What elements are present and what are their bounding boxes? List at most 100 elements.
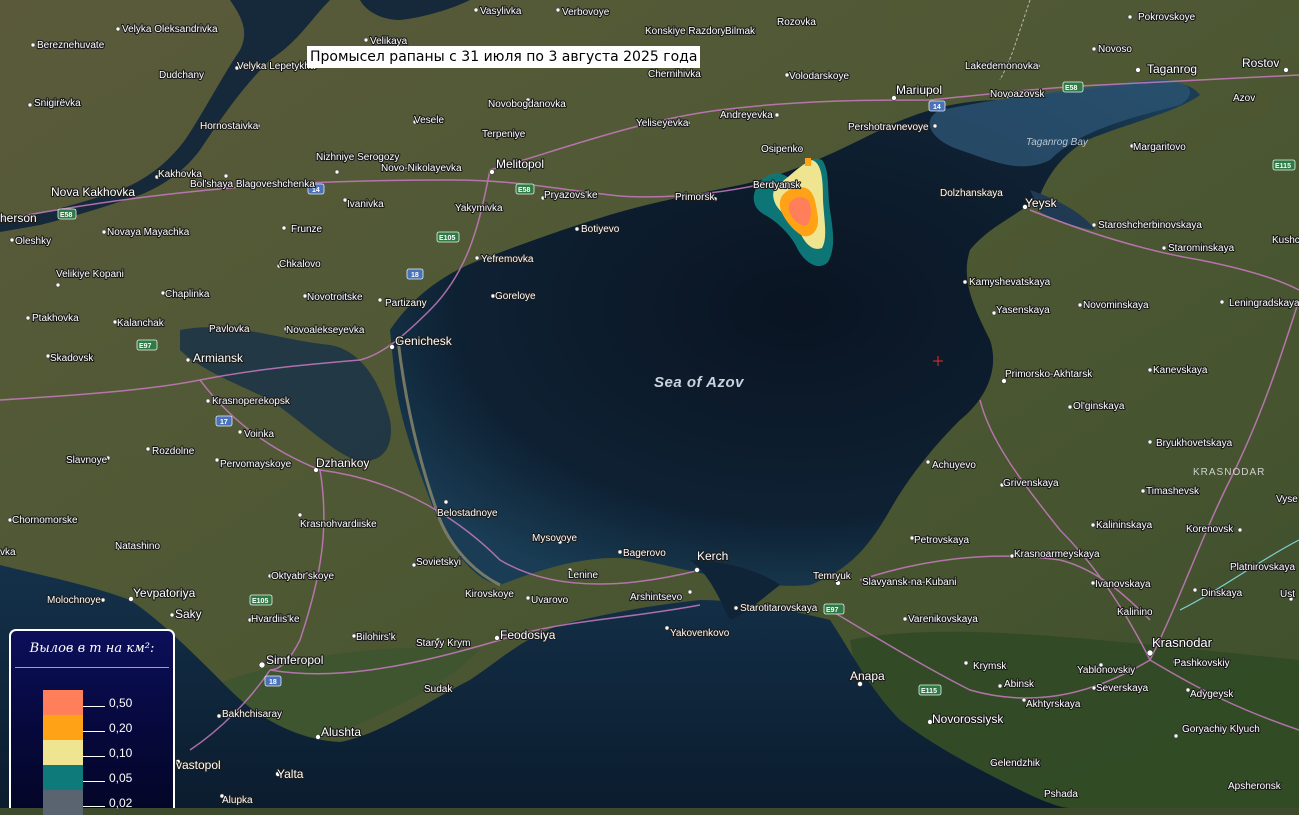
svg-text:Novominskaya: Novominskaya <box>1083 300 1149 311</box>
place-ust: Ust <box>1279 588 1296 602</box>
place-novorossiysk: Novorossiysk <box>927 711 1005 727</box>
svg-text:Platnirovskaya: Platnirovskaya <box>1230 562 1295 573</box>
svg-text:Rozdolne: Rozdolne <box>152 446 195 457</box>
place-alushta: Alushta <box>315 724 362 740</box>
svg-text:Snigirëvka: Snigirëvka <box>34 98 81 109</box>
place-leningradskaya: Leningradskaya <box>1219 297 1299 310</box>
place-starominskaya: Starominskaya <box>1161 242 1236 255</box>
svg-text:Melitopol: Melitopol <box>496 157 544 171</box>
bay-label: Taganrog Bay <box>1026 137 1089 148</box>
place-kalinino: Kalinino <box>1116 606 1154 619</box>
svg-text:Voinka: Voinka <box>244 429 274 440</box>
svg-text:Feodosiya: Feodosiya <box>500 628 556 642</box>
place-novo-nik: Novo-Nikolayevka <box>380 162 463 175</box>
legend-value: 0,20 <box>109 721 133 735</box>
svg-text:Goryachiy Klyuch: Goryachiy Klyuch <box>1182 724 1260 735</box>
place-dudchany: Dudchany <box>158 69 205 82</box>
place-chkalovo: Chkalovo <box>276 258 322 271</box>
place-starotitarovskaya: Starotitarovskaya <box>733 602 819 615</box>
svg-text:Goreloye: Goreloye <box>495 291 536 302</box>
road-shield: E97 <box>823 603 845 615</box>
legend-swatch <box>43 765 83 790</box>
svg-text:Bryukhovetskaya: Bryukhovetskaya <box>1156 438 1233 449</box>
svg-text:Abinsk: Abinsk <box>1004 679 1035 690</box>
svg-text:Slavnoye: Slavnoye <box>66 455 108 466</box>
svg-text:Starominskaya: Starominskaya <box>1168 243 1235 254</box>
svg-text:Krasnoarmeyskaya: Krasnoarmeyskaya <box>1014 549 1100 560</box>
place-botiyevo: Botiyevo <box>574 223 621 236</box>
svg-text:Saky: Saky <box>175 607 202 621</box>
legend-item: 0,02 <box>43 790 163 815</box>
svg-text:Yasenskaya: Yasenskaya <box>996 305 1050 316</box>
svg-text:Yakovenkovo: Yakovenkovo <box>670 628 730 639</box>
place-uvarovo: Uvarovo <box>525 594 570 607</box>
svg-text:Ptakhovka: Ptakhovka <box>32 313 79 324</box>
svg-text:Partizany: Partizany <box>385 298 427 309</box>
place-chernihivka: Chernihivka <box>647 68 702 81</box>
svg-text:Kalinino: Kalinino <box>1117 607 1153 618</box>
place-slavnoye: Slavnoye <box>65 454 111 467</box>
svg-text:Starotitarovskaya: Starotitarovskaya <box>740 603 818 614</box>
place-terpeniye: Terpeniye <box>481 128 527 141</box>
svg-text:Kerch: Kerch <box>697 549 728 563</box>
road-shield: 18 <box>406 268 424 280</box>
place-adygeysk: Adygeysk <box>1185 687 1235 701</box>
place-natashino: Natashino <box>114 540 162 553</box>
place-novominskaya: Novominskaya <box>1077 299 1150 312</box>
svg-text:Alupka: Alupka <box>222 795 253 806</box>
svg-text:Bakhchisaray: Bakhchisaray <box>222 709 282 720</box>
place-pavlovka: Pavlovka <box>208 323 251 336</box>
place-yeysk: Yeysk <box>1022 195 1059 211</box>
svg-text:Nova Kakhovka: Nova Kakhovka <box>51 185 135 199</box>
place-sovietskyi: Sovietskyi <box>411 556 462 569</box>
legend-tick <box>83 781 105 782</box>
svg-text:Lenine: Lenine <box>568 570 598 581</box>
svg-text:Grivenskaya: Grivenskaya <box>1003 478 1059 489</box>
svg-text:E105: E105 <box>439 235 455 242</box>
svg-text:Ust: Ust <box>1280 589 1295 600</box>
place-genichesk: Genichesk <box>389 333 454 350</box>
place-severskaya: Severskaya <box>1091 682 1150 695</box>
svg-text:Nizhniye Serogozy: Nizhniye Serogozy <box>316 152 399 163</box>
svg-text:Oktyabr'skoye: Oktyabr'skoye <box>271 571 334 582</box>
svg-text:E58: E58 <box>518 187 531 194</box>
place-bagerovo: Bagerovo <box>617 547 667 560</box>
svg-text:Alushta: Alushta <box>321 725 361 739</box>
svg-text:Simferopol: Simferopol <box>266 653 323 667</box>
map-canvas[interactable]: Sea of Azov Taganrog Bay KRASNODAR E58 1… <box>0 0 1299 808</box>
place-novoalekseyevka: Novoalekseyevka <box>283 324 366 337</box>
svg-text:Mysovoye: Mysovoye <box>532 533 577 544</box>
svg-text:Natashino: Natashino <box>115 541 160 552</box>
place-kirovskoye: Kirovskoye <box>464 588 516 601</box>
place-saky: Saky <box>169 606 203 622</box>
svg-text:Yeliseyevka: Yeliseyevka <box>636 118 689 129</box>
svg-text:Oleshky: Oleshky <box>15 236 51 247</box>
svg-text:Belostadnoye: Belostadnoye <box>437 508 498 519</box>
place-skadovsk: Skadovsk <box>45 352 95 365</box>
place-yakovenkovo: Yakovenkovo <box>664 625 731 640</box>
svg-text:E97: E97 <box>826 607 839 614</box>
legend-item: 0,10 <box>43 740 163 765</box>
place-bereznehuvate: Bereznehuvate <box>30 39 106 52</box>
legend-title: Вылов в т на км²: <box>15 631 169 668</box>
legend-swatch <box>43 715 83 740</box>
svg-text:Krasnohvardiiske: Krasnohvardiiske <box>300 519 377 530</box>
svg-text:Novorossiysk: Novorossiysk <box>932 712 1004 726</box>
place-bryukhovetskaya: Bryukhovetskaya <box>1147 437 1234 450</box>
place-dolzhanskaya: Dolzhanskaya <box>939 187 1004 200</box>
svg-text:Frunze: Frunze <box>291 224 323 235</box>
svg-text:Slavyansk-na-Kubani: Slavyansk-na-Kubani <box>862 577 957 588</box>
svg-text:Gelendzhik: Gelendzhik <box>990 758 1041 769</box>
svg-text:Primorsko-Akhtarsk: Primorsko-Akhtarsk <box>1005 369 1093 380</box>
svg-text:Novoso: Novoso <box>1098 44 1132 55</box>
legend-swatch <box>43 690 83 715</box>
svg-text:Staroshcherbinovskaya: Staroshcherbinovskaya <box>1098 220 1202 231</box>
place-yeliseyevka: Yeliseyevka <box>635 117 691 130</box>
svg-text:Novoazovsk: Novoazovsk <box>990 89 1045 100</box>
legend-swatch <box>43 790 83 815</box>
svg-text:Novobogdanovka: Novobogdanovka <box>488 99 566 110</box>
svg-text:E97: E97 <box>139 343 152 350</box>
svg-text:Yablonovskiy: Yablonovskiy <box>1077 665 1135 676</box>
place-kalininskaya: Kalininskaya <box>1090 519 1154 532</box>
svg-text:Novo-Nikolayevka: Novo-Nikolayevka <box>381 163 462 174</box>
